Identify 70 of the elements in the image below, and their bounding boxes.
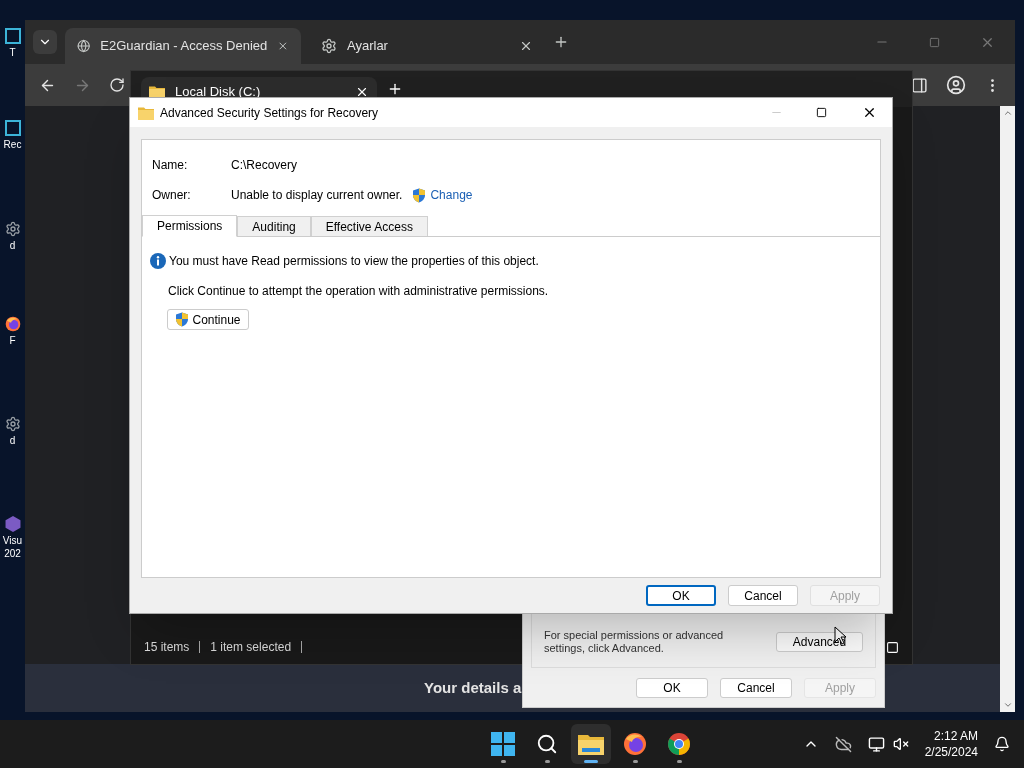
desktop-shortcut-icon[interactable] — [4, 120, 21, 136]
notification-icon[interactable] — [994, 736, 1010, 752]
taskbar-app[interactable] — [571, 724, 612, 764]
scrollbar[interactable] — [1000, 106, 1015, 712]
field-value: C:\Recovery — [231, 157, 299, 173]
scroll-up-icon[interactable] — [1002, 108, 1013, 118]
cloud-icon[interactable] — [834, 735, 852, 753]
search-icon — [536, 733, 559, 755]
info-text: You must have Read permissions to view the properties of this object. — [169, 253, 539, 269]
desktop-icon-label: Rec — [3, 138, 22, 151]
gear-icon[interactable] — [4, 221, 21, 237]
close-icon[interactable] — [519, 39, 533, 53]
desktop-icon-label: F — [9, 334, 16, 347]
desktop-shortcut-icon[interactable] — [4, 28, 21, 44]
status-text: 15 items — [144, 639, 190, 655]
dialog-button[interactable]: OK — [636, 677, 708, 698]
dialog-button[interactable]: Cancel — [720, 677, 792, 698]
globe-icon — [77, 38, 91, 54]
windows-logo-icon — [491, 732, 516, 756]
new-tab-icon[interactable] — [387, 81, 403, 97]
desktop-icon-label: d — [9, 239, 16, 252]
clock-time: 2:12 AM — [934, 728, 978, 744]
profile-icon[interactable] — [946, 75, 966, 95]
desktop-icon-label: 202 — [4, 547, 21, 560]
volume-muted-icon[interactable] — [892, 736, 909, 752]
gear-icon — [321, 38, 337, 54]
dialog-button[interactable]: Cancel — [728, 585, 798, 606]
tab[interactable]: Effective Access — [310, 216, 428, 236]
reload-icon[interactable] — [109, 77, 125, 93]
window-title: Advanced Security Settings for Recovery — [160, 104, 380, 121]
instruction-text: For special permissions or advanced settings, click Advanced. — [544, 628, 725, 655]
shield-icon — [412, 187, 427, 203]
firefox-icon — [4, 316, 21, 332]
tab[interactable]: Auditing — [237, 216, 311, 236]
side-panel-icon[interactable] — [911, 76, 928, 94]
folder-icon — [578, 733, 605, 755]
page-heading: Your details a — [424, 677, 522, 698]
gear-icon[interactable] — [4, 416, 21, 432]
desktop-icon-label: T — [9, 46, 16, 59]
status-text: 1 item selected — [210, 639, 292, 655]
desktop-icon-label: d — [9, 434, 16, 447]
scroll-down-icon[interactable] — [1002, 700, 1013, 710]
dialog-button[interactable]: OK — [646, 585, 716, 606]
tab[interactable]: Permissions — [142, 215, 238, 237]
tab-list-button[interactable] — [33, 30, 57, 54]
change-link[interactable]: Change — [430, 187, 473, 203]
chrome-icon — [667, 732, 692, 756]
clock-date: 2/25/2024 — [924, 744, 978, 760]
browser-tab[interactable]: E2Guardian - Access Denied — [65, 28, 301, 64]
advanced-button[interactable]: Advanced — [776, 631, 863, 652]
field-value: Unable to display current owner. — [231, 187, 403, 203]
app-shortcut-icon[interactable] — [4, 516, 21, 532]
folder-icon — [138, 105, 154, 120]
close-icon[interactable] — [355, 85, 369, 99]
maximize-icon[interactable] — [816, 107, 827, 118]
new-tab-icon[interactable] — [553, 34, 569, 50]
view-icon[interactable] — [886, 640, 899, 654]
tab-title: E2Guardian - Access Denied — [100, 37, 268, 56]
continue-button[interactable]: Continue — [167, 309, 249, 330]
info-icon — [150, 253, 166, 269]
desktop-icon-label: Visu — [2, 534, 23, 547]
browser-tab[interactable]: Ayarlar — [309, 28, 545, 64]
firefox-icon — [623, 732, 648, 756]
close-icon[interactable] — [862, 105, 877, 120]
instruction-text: Click Continue to attempt the operation with administrative permissions. — [168, 283, 550, 299]
shield-icon — [175, 312, 190, 327]
tab-title: Ayarlar — [347, 37, 389, 56]
field-label: Name: — [152, 157, 189, 173]
network-icon[interactable] — [867, 735, 885, 753]
field-label: Owner: — [152, 187, 192, 203]
